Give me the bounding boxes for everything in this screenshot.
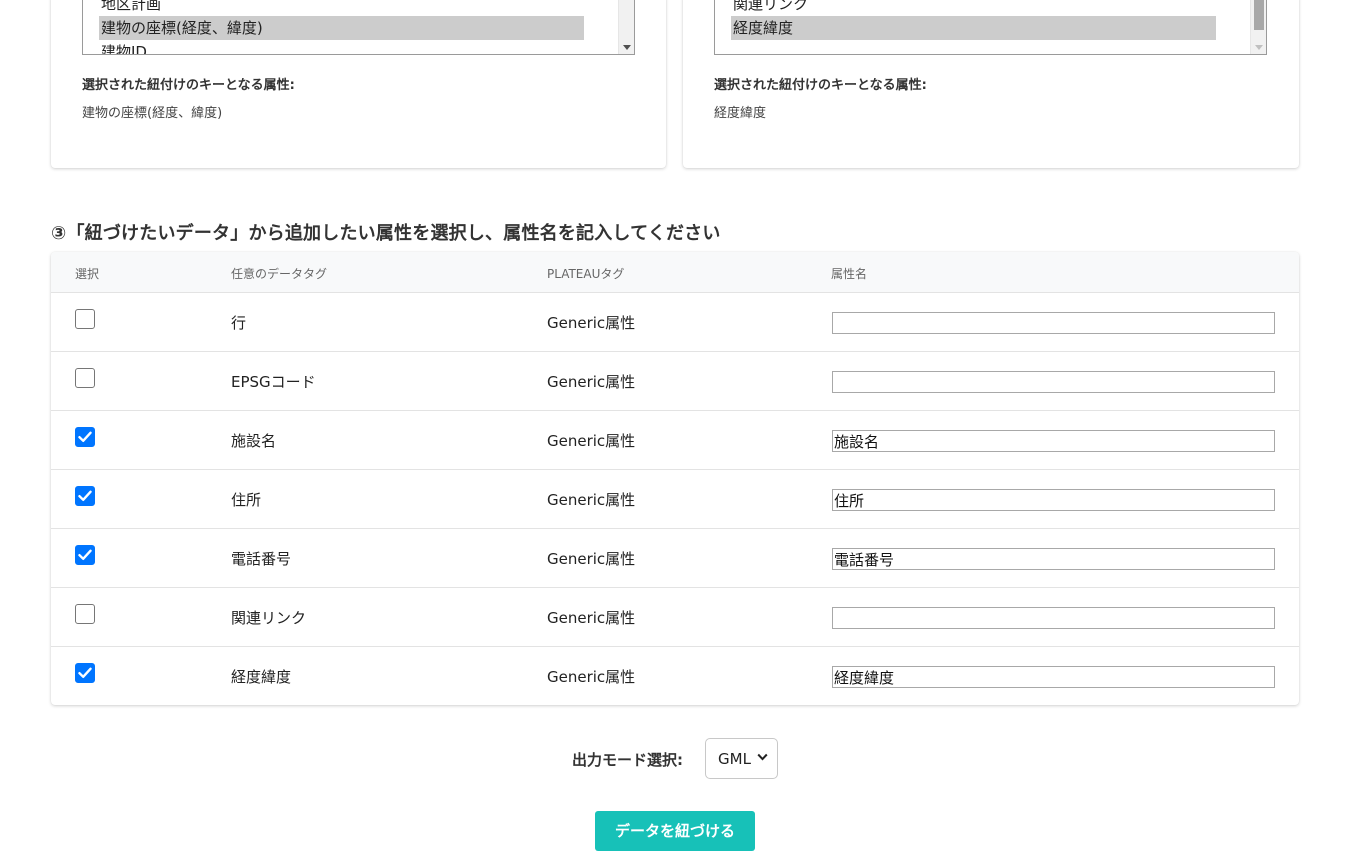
output-mode-value: GML — [718, 750, 751, 768]
data-tag: 住所 — [231, 491, 262, 509]
base-data-key-card: 地区計画 建物の座標(経度、緯度) 建物ID 選択された紐付けのキーとなる属性:… — [51, 0, 666, 168]
attribute-name-input[interactable] — [832, 371, 1275, 393]
link-attribute-listbox[interactable]: 関連リンク 経度緯度 — [714, 0, 1267, 55]
plateau-tag: Generic属性 — [547, 432, 636, 450]
table-row: 関連リンク Generic属性 — [51, 588, 1299, 647]
scroll-down-arrow-icon[interactable] — [623, 45, 631, 50]
listbox-option-selected[interactable]: 建物の座標(経度、緯度) — [99, 16, 584, 40]
listbox-option[interactable]: 地区計画 — [99, 0, 161, 16]
select-checkbox-checked[interactable] — [75, 427, 95, 447]
key-attribute-label: 選択された紐付けのキーとなる属性: — [714, 78, 927, 93]
scrollbar-thumb[interactable] — [1254, 0, 1264, 30]
data-tag: EPSGコード — [231, 373, 316, 391]
listbox-scrollbar[interactable] — [618, 0, 634, 54]
listbox-option[interactable]: 関連リンク — [731, 0, 808, 16]
plateau-tag: Generic属性 — [547, 491, 636, 509]
key-attribute-label: 選択された紐付けのキーとなる属性: — [82, 78, 295, 93]
data-tag: 行 — [231, 314, 247, 332]
output-mode-select[interactable]: GML — [705, 738, 778, 779]
select-checkbox-checked[interactable] — [75, 663, 95, 683]
checkmark-icon — [78, 490, 92, 501]
checkmark-icon — [78, 431, 92, 442]
listbox-option-selected[interactable]: 経度緯度 — [731, 16, 1216, 40]
link-data-button[interactable]: データを紐づける — [595, 811, 755, 851]
attribute-name-input[interactable] — [832, 607, 1275, 629]
header-attribute-name: 属性名 — [831, 267, 868, 281]
table-row: 電話番号 Generic属性 — [51, 529, 1299, 588]
plateau-tag: Generic属性 — [547, 668, 636, 686]
attribute-name-input[interactable] — [832, 548, 1275, 570]
select-checkbox[interactable] — [75, 604, 95, 624]
header-select: 選択 — [75, 267, 100, 281]
attribute-name-input[interactable] — [832, 430, 1275, 452]
output-mode-label: 出力モード選択: — [572, 751, 683, 769]
plateau-tag: Generic属性 — [547, 550, 636, 568]
link-data-key-card: 関連リンク 経度緯度 選択された紐付けのキーとなる属性: 経度緯度 — [683, 0, 1299, 168]
key-attribute-value: 経度緯度 — [714, 106, 767, 121]
attribute-name-input[interactable] — [832, 312, 1275, 334]
attribute-name-input[interactable] — [832, 489, 1275, 511]
data-tag: 関連リンク — [231, 609, 307, 627]
key-attribute-value: 建物の座標(経度、緯度) — [82, 106, 223, 121]
chevron-down-icon — [757, 753, 768, 761]
table-row: EPSGコード Generic属性 — [51, 352, 1299, 411]
select-checkbox-checked[interactable] — [75, 486, 95, 506]
plateau-tag: Generic属性 — [547, 609, 636, 627]
select-checkbox-checked[interactable] — [75, 545, 95, 565]
table-row: 行 Generic属性 — [51, 293, 1299, 352]
data-tag: 施設名 — [231, 432, 277, 450]
checkmark-icon — [78, 667, 92, 678]
checkmark-icon — [78, 549, 92, 560]
table-header: 選択 任意のデータタグ PLATEAUタグ 属性名 — [51, 252, 1299, 293]
select-checkbox[interactable] — [75, 309, 95, 329]
data-tag: 電話番号 — [231, 550, 292, 568]
attribute-name-input[interactable] — [832, 666, 1275, 688]
base-attribute-listbox[interactable]: 地区計画 建物の座標(経度、緯度) 建物ID — [82, 0, 635, 55]
section-title: ③「紐づけたいデータ」から追加したい属性を選択し、属性名を記入してください — [51, 223, 721, 244]
table-row: 施設名 Generic属性 — [51, 411, 1299, 470]
attribute-table: 選択 任意のデータタグ PLATEAUタグ 属性名 行 Generic属性 EP… — [51, 252, 1299, 705]
header-data-tag: 任意のデータタグ — [231, 267, 328, 281]
table-row: 住所 Generic属性 — [51, 470, 1299, 529]
plateau-tag: Generic属性 — [547, 314, 636, 332]
data-tag: 経度緯度 — [231, 668, 292, 686]
listbox-scrollbar[interactable] — [1250, 0, 1266, 54]
listbox-option[interactable]: 建物ID — [99, 40, 147, 54]
select-checkbox[interactable] — [75, 368, 95, 388]
header-plateau-tag: PLATEAUタグ — [547, 267, 625, 281]
plateau-tag: Generic属性 — [547, 373, 636, 391]
scroll-down-arrow-icon[interactable] — [1255, 45, 1263, 50]
table-row: 経度緯度 Generic属性 — [51, 647, 1299, 705]
